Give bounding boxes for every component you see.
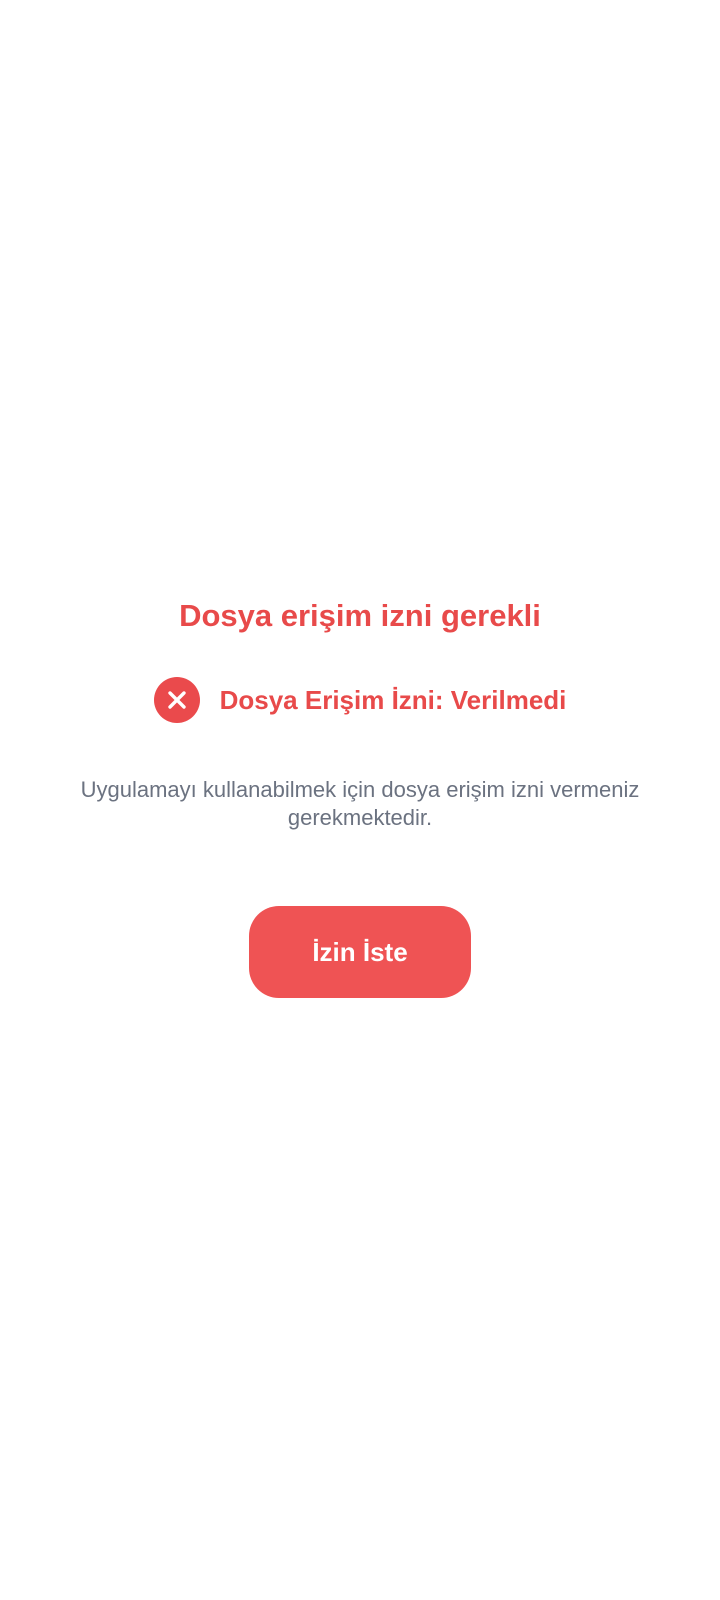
close-icon-glyph — [167, 691, 186, 709]
permission-status: Dosya Erişim İzni: Verilmedi — [153, 676, 567, 724]
permission-screen: Dosya erişim izni gerekli Dosya Erişim İ… — [0, 0, 720, 1600]
request-permission-button[interactable]: İzin İste — [249, 906, 471, 998]
permission-content: Dosya erişim izni gerekli Dosya Erişim İ… — [0, 590, 720, 998]
status-label: Dosya Erişim İzni: Verilmedi — [219, 685, 567, 715]
close-icon — [153, 677, 200, 723]
page-title: Dosya erişim izni gerekli — [179, 598, 541, 633]
permission-description: Uygulamayı kullanabilmek için dosya eriş… — [80, 777, 640, 830]
